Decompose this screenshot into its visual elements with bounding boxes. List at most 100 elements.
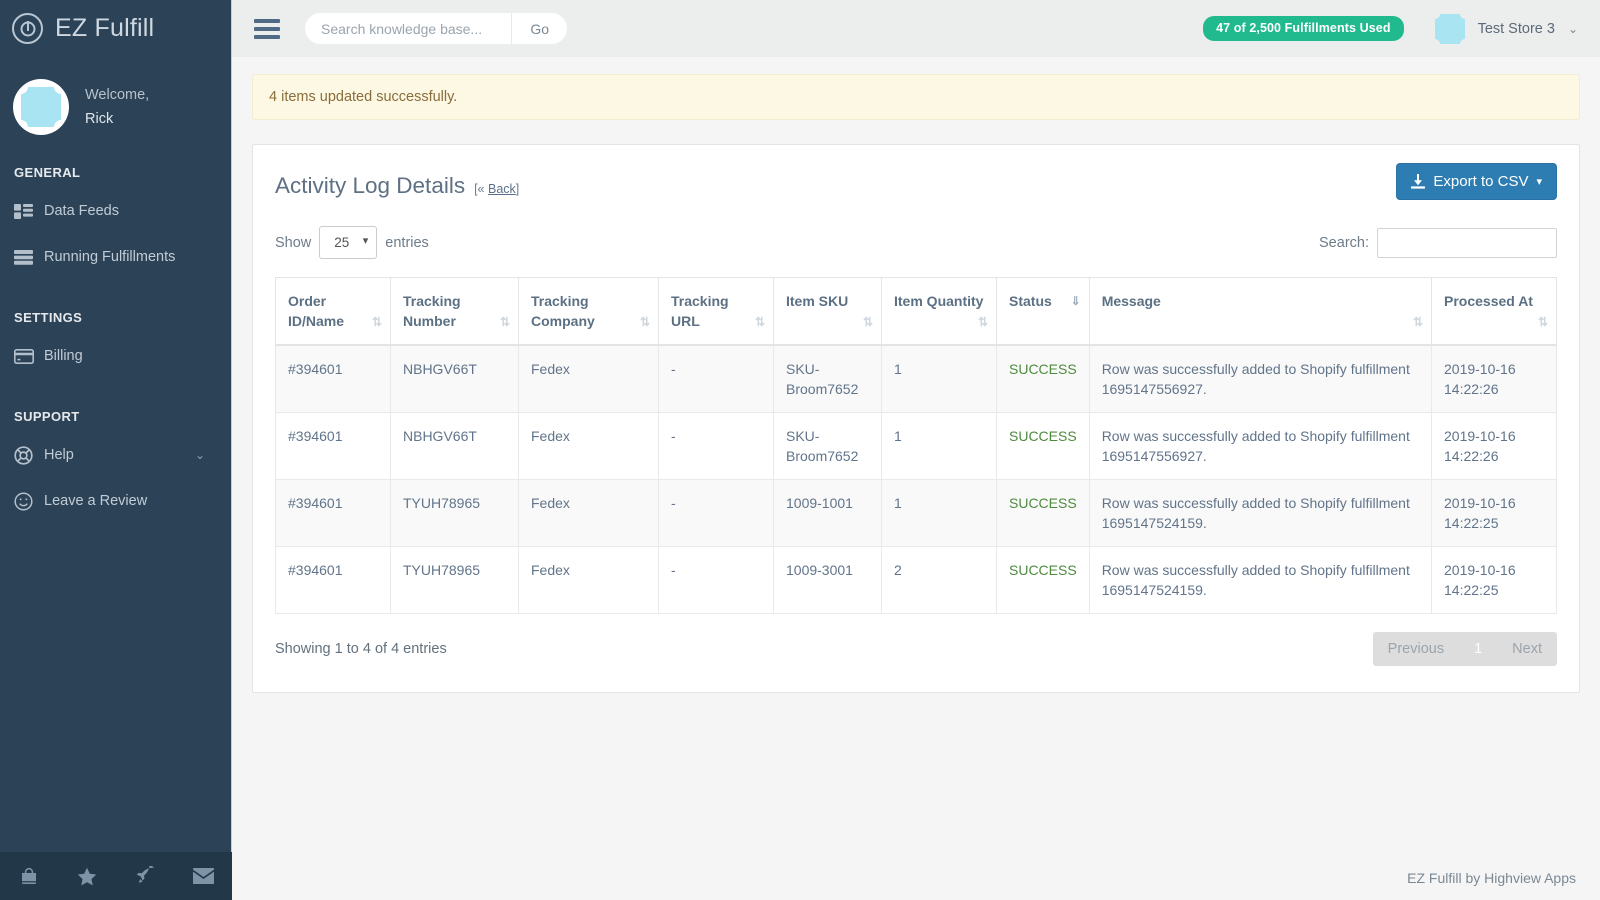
back-prefix: [« [474, 182, 488, 196]
pagination: Previous 1 Next [1373, 632, 1557, 666]
column-header-status[interactable]: Status ⇓ [997, 278, 1090, 346]
avatar [13, 79, 69, 135]
cell-processed-at: 2019-10-16 14:22:25 [1432, 480, 1557, 547]
rocket-icon[interactable] [116, 866, 174, 886]
table-controls: Show 25 entries Search: [275, 226, 1557, 259]
cell-tracking-url: - [659, 480, 774, 547]
column-label: Tracking Company [531, 293, 595, 329]
cell-tracking-company: Fedex [519, 413, 659, 480]
sidebar-profile: Welcome, Rick [0, 79, 231, 135]
welcome-greeting: Welcome, [85, 83, 149, 107]
knowledge-base-search[interactable]: Go [305, 13, 567, 44]
brand-name: EZ Fulfill [55, 14, 154, 43]
search-go-button[interactable]: Go [511, 13, 567, 44]
store-selector[interactable]: Test Store 3 ⌄ [1435, 14, 1578, 44]
sort-icon[interactable]: ⇅ [755, 312, 764, 332]
cell-item-sku: 1009-3001 [774, 547, 882, 614]
cell-status: SUCCESS [997, 547, 1090, 614]
table-info: Showing 1 to 4 of 4 entries [275, 641, 447, 657]
cell-tracking-number: TYUH78965 [391, 480, 519, 547]
table-row[interactable]: #394601 NBHGV66T Fedex - SKU-Broom7652 1… [276, 413, 1557, 480]
sidebar-item-label: Leave a Review [44, 493, 147, 509]
sidebar: EZ Fulfill Welcome, Rick GENERAL Data Fe… [0, 0, 232, 900]
search-label: Search: [1319, 235, 1369, 251]
cell-status: SUCCESS [997, 413, 1090, 480]
column-header-message[interactable]: Message ⇅ [1089, 278, 1431, 346]
table-search-input[interactable] [1377, 228, 1557, 258]
back-suffix: ] [516, 182, 519, 196]
sort-icon[interactable]: ⇅ [863, 312, 872, 332]
column-header-tracking-url[interactable]: Tracking URL ⇅ [659, 278, 774, 346]
brand[interactable]: EZ Fulfill [0, 0, 231, 57]
envelope-icon[interactable] [174, 868, 232, 884]
welcome-username: Rick [85, 107, 149, 131]
page-length-select[interactable]: 25 [319, 226, 377, 259]
column-header-item-sku[interactable]: Item SKU ⇅ [774, 278, 882, 346]
activity-log-panel: Activity Log Details [« Back] Export to … [252, 144, 1580, 693]
page-length-select-wrap[interactable]: 25 [319, 226, 377, 259]
quota-badge: 47 of 2,500 Fulfillments Used [1203, 16, 1403, 41]
shopping-bag-icon[interactable] [0, 866, 58, 886]
column-header-tracking-number[interactable]: Tracking Number ⇅ [391, 278, 519, 346]
sidebar-item-running-fulfillments[interactable]: Running Fulfillments [0, 234, 231, 280]
column-label: Tracking Number [403, 293, 461, 329]
credit-card-icon [14, 349, 44, 364]
hamburger-icon[interactable] [254, 15, 280, 43]
topbar: Go 47 of 2,500 Fulfillments Used Test St… [232, 0, 1600, 57]
search-control: Search: [1319, 228, 1557, 258]
cell-order: #394601 [276, 547, 391, 614]
nav-heading-support: SUPPORT [0, 409, 231, 424]
star-icon[interactable] [58, 867, 116, 886]
sidebar-item-help[interactable]: Help ⌄ [0, 432, 231, 478]
table-row[interactable]: #394601 TYUH78965 Fedex - 1009-1001 1 SU… [276, 480, 1557, 547]
table-row[interactable]: #394601 NBHGV66T Fedex - SKU-Broom7652 1… [276, 345, 1557, 413]
panel-header: Activity Log Details [« Back] Export to … [275, 163, 1557, 200]
cell-tracking-url: - [659, 413, 774, 480]
page-footer: EZ Fulfill by Highview Apps [1407, 870, 1576, 886]
cell-order: #394601 [276, 413, 391, 480]
back-link[interactable]: Back [488, 182, 516, 196]
column-label: Order ID/Name [288, 293, 344, 329]
cell-tracking-number: NBHGV66T [391, 413, 519, 480]
pagination-next[interactable]: Next [1497, 632, 1557, 666]
cell-order: #394601 [276, 345, 391, 413]
chevron-down-icon: ⌄ [1568, 22, 1578, 36]
export-to-csv-button[interactable]: Export to CSV ▾ [1396, 163, 1557, 200]
sort-icon[interactable]: ⇅ [372, 312, 381, 332]
sort-icon[interactable]: ⇅ [978, 312, 987, 332]
column-label: Processed At [1444, 293, 1533, 309]
cell-message: Row was successfully added to Shopify fu… [1089, 345, 1431, 413]
column-header-processed-at[interactable]: Processed At ⇅ [1432, 278, 1557, 346]
column-label: Item Quantity [894, 293, 983, 309]
sidebar-item-billing[interactable]: Billing [0, 333, 231, 379]
cell-tracking-company: Fedex [519, 480, 659, 547]
search-input[interactable] [305, 20, 511, 38]
sort-icon-active[interactable]: ⇓ [1071, 291, 1080, 311]
sidebar-item-leave-a-review[interactable]: Leave a Review [0, 478, 231, 524]
sidebar-footer [0, 852, 232, 900]
sort-icon[interactable]: ⇅ [500, 312, 509, 332]
table-head: Order ID/Name ⇅ Tracking Number ⇅ Tracki… [276, 278, 1557, 346]
cell-item-sku: 1009-1001 [774, 480, 882, 547]
column-header-item-quantity[interactable]: Item Quantity ⇅ [882, 278, 997, 346]
table-row[interactable]: #394601 TYUH78965 Fedex - 1009-3001 2 SU… [276, 547, 1557, 614]
main-content: 4 items updated successfully. Activity L… [232, 57, 1600, 900]
sort-icon[interactable]: ⇅ [1538, 312, 1547, 332]
sidebar-item-data-feeds[interactable]: Data Feeds [0, 188, 231, 234]
welcome-block: Welcome, Rick [85, 83, 149, 131]
success-alert: 4 items updated successfully. [252, 74, 1580, 120]
column-header-tracking-company[interactable]: Tracking Company ⇅ [519, 278, 659, 346]
column-label: Status [1009, 293, 1052, 309]
pagination-page-1[interactable]: 1 [1459, 632, 1497, 666]
cell-processed-at: 2019-10-16 14:22:26 [1432, 413, 1557, 480]
chevron-down-icon[interactable]: ⌄ [195, 448, 205, 462]
length-control: Show 25 entries [275, 226, 429, 259]
sort-icon[interactable]: ⇅ [1413, 312, 1422, 332]
pagination-previous[interactable]: Previous [1373, 632, 1459, 666]
cross-avatar-icon [21, 87, 61, 127]
cell-tracking-number: NBHGV66T [391, 345, 519, 413]
table-footer: Showing 1 to 4 of 4 entries Previous 1 N… [275, 632, 1557, 666]
column-header-order-id-name[interactable]: Order ID/Name ⇅ [276, 278, 391, 346]
sort-icon[interactable]: ⇅ [640, 312, 649, 332]
page-title: Activity Log Details [275, 163, 465, 199]
